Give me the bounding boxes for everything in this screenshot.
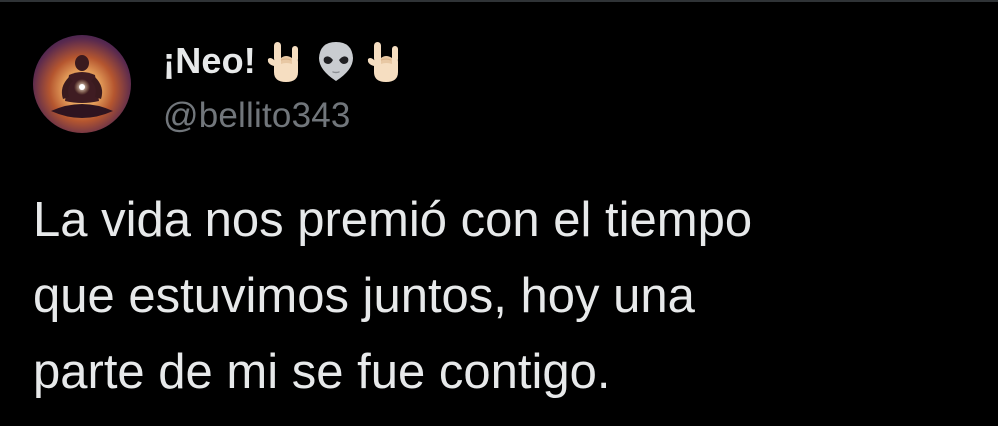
display-name[interactable]: ¡Neo!	[163, 40, 256, 82]
tweet-text: La vida nos premió con el tiempo que est…	[33, 193, 753, 399]
alien-icon	[314, 38, 358, 84]
meditating-figure-icon	[33, 35, 131, 133]
sign-of-horns-icon	[364, 38, 408, 84]
avatar[interactable]	[33, 35, 131, 133]
author-handle[interactable]: @bellito343	[163, 96, 351, 136]
sign-of-horns-icon	[264, 38, 308, 84]
top-divider	[0, 0, 998, 2]
author-name-row[interactable]: ¡Neo!	[163, 34, 408, 88]
